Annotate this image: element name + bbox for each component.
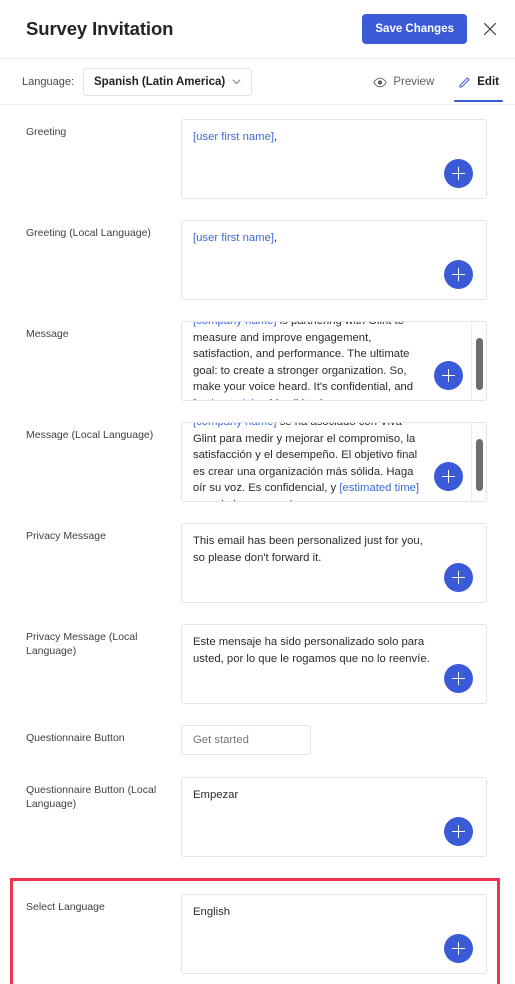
greeting-value: [user first name], (182, 120, 486, 155)
select-language-input[interactable]: English (181, 894, 487, 974)
questionnaire-button-local-label: Questionnaire Button (Local Language) (26, 784, 157, 811)
form-row-greeting: Greeting [user first name], (0, 119, 515, 199)
message-local-scrollbar-thumb[interactable] (476, 439, 483, 491)
message-token-company: [company name] (193, 321, 277, 327)
greeting-input[interactable]: [user first name], (181, 119, 487, 199)
message-field-wrap: [company name] is partnering with Glint … (181, 321, 487, 401)
language-select-value: Spanish (Latin America) (94, 76, 226, 88)
greeting-add-token-button[interactable] (444, 159, 473, 188)
tab-preview-label: Preview (393, 76, 435, 88)
greeting-local-input[interactable]: [user first name], (181, 220, 487, 300)
questionnaire-button-field-wrap: Get started (181, 725, 487, 755)
greeting-local-field-wrap: [user first name], (181, 220, 487, 300)
message-label: Message (26, 328, 69, 340)
toolbar: Language: Spanish (Latin America) Previe… (0, 58, 515, 105)
message-input[interactable]: [company name] is partnering with Glint … (181, 321, 487, 401)
plus-icon (452, 268, 465, 281)
chevron-down-icon (232, 78, 241, 87)
select-language-value: English (193, 906, 231, 918)
privacy-local-field-wrap: Este mensaje ha sido personalizado solo … (181, 624, 487, 704)
questionnaire-button-value: Get started (193, 734, 249, 746)
greeting-local-add-token-button[interactable] (444, 260, 473, 289)
questionnaire-button-local-add-token-button[interactable] (444, 817, 473, 846)
plus-icon (452, 825, 465, 838)
plus-icon (452, 942, 465, 955)
select-language-add-token-button[interactable] (444, 934, 473, 963)
greeting-local-rest: , (274, 232, 278, 244)
greeting-rest: , (274, 131, 278, 143)
form-row-privacy: Privacy Message This email has been pers… (0, 523, 515, 603)
pencil-icon (458, 76, 471, 89)
questionnaire-button-local-value: Empezar (193, 789, 239, 801)
form-row-message-local: Message (Local Language) [company name] … (0, 422, 515, 502)
tab-edit[interactable]: Edit (454, 59, 503, 105)
privacy-local-label: Privacy Message (Local Language) (26, 631, 138, 658)
form-row-questionnaire-button: Questionnaire Button Get started (0, 725, 515, 755)
select-language-label: Select Language (26, 901, 105, 913)
message-body-2: is all it takes. (273, 398, 341, 400)
privacy-value: This email has been personalized just fo… (193, 535, 426, 564)
message-scrollbar-thumb[interactable] (476, 338, 483, 390)
view-mode-tabs: Preview Edit (371, 59, 503, 105)
message-local-add-token-button[interactable] (434, 462, 463, 491)
select-language-field-wrap: English (181, 894, 487, 974)
close-icon[interactable] (479, 18, 501, 40)
save-changes-button[interactable]: Save Changes (362, 14, 467, 44)
message-local-input[interactable]: [company name] se ha asociado con Viva G… (181, 422, 487, 502)
greeting-field-wrap: [user first name], (181, 119, 487, 199)
form-row-select-language: Select Language English (0, 878, 515, 984)
form-row-greeting-local: Greeting (Local Language) [user first na… (0, 220, 515, 300)
privacy-local-value: Este mensaje ha sido personalizado solo … (193, 636, 430, 665)
language-select[interactable]: Spanish (Latin America) (83, 68, 253, 96)
privacy-input[interactable]: This email has been personalized just fo… (181, 523, 487, 603)
greeting-local-label: Greeting (Local Language) (26, 227, 151, 239)
privacy-local-add-token-button[interactable] (444, 664, 473, 693)
plus-icon (442, 369, 455, 382)
greeting-label: Greeting (26, 126, 67, 138)
questionnaire-button-input[interactable]: Get started (181, 725, 311, 755)
plus-icon (452, 672, 465, 685)
form-row-privacy-local: Privacy Message (Local Language) Este me… (0, 624, 515, 704)
tab-edit-label: Edit (477, 76, 499, 88)
privacy-label: Privacy Message (26, 530, 106, 542)
message-local-label: Message (Local Language) (26, 429, 154, 441)
survey-invitation-form: Greeting [user first name], Greeting (Lo… (0, 105, 515, 984)
message-local-token-time: [estimated time] (339, 482, 420, 495)
greeting-token: [user first name] (193, 131, 274, 143)
questionnaire-button-label: Questionnaire Button (26, 732, 125, 744)
privacy-add-token-button[interactable] (444, 563, 473, 592)
message-local-scrollbar[interactable] (471, 423, 486, 501)
message-local-token-company: [company name] (193, 422, 277, 428)
plus-icon (452, 571, 465, 584)
message-local-value: [company name] se ha asociado con Viva G… (182, 422, 486, 501)
form-row-questionnaire-button-local: Questionnaire Button (Local Language) Em… (0, 777, 515, 857)
language-label: Language: (22, 76, 74, 88)
message-add-token-button[interactable] (434, 361, 463, 390)
privacy-local-input[interactable]: Este mensaje ha sido personalizado solo … (181, 624, 487, 704)
dialog-header: Survey Invitation Save Changes (0, 0, 515, 58)
plus-icon (442, 470, 455, 483)
greeting-local-token: [user first name] (193, 232, 274, 244)
questionnaire-button-local-input[interactable]: Empezar (181, 777, 487, 857)
message-value: [company name] is partnering with Glint … (182, 321, 486, 400)
plus-icon (452, 167, 465, 180)
questionnaire-button-local-field-wrap: Empezar (181, 777, 487, 857)
privacy-field-wrap: This email has been personalized just fo… (181, 523, 487, 603)
eye-icon (373, 77, 387, 88)
greeting-local-value: [user first name], (182, 221, 486, 256)
message-body-1: is partnering with Glint to measure and … (193, 321, 417, 394)
page-title: Survey Invitation (26, 18, 174, 39)
form-row-message: Message [company name] is partnering wit… (0, 321, 515, 401)
message-token-time: [estimated time] (193, 398, 273, 400)
tab-preview[interactable]: Preview (371, 59, 436, 105)
message-scrollbar[interactable] (471, 322, 486, 400)
message-local-field-wrap: [company name] se ha asociado con Viva G… (181, 422, 487, 502)
